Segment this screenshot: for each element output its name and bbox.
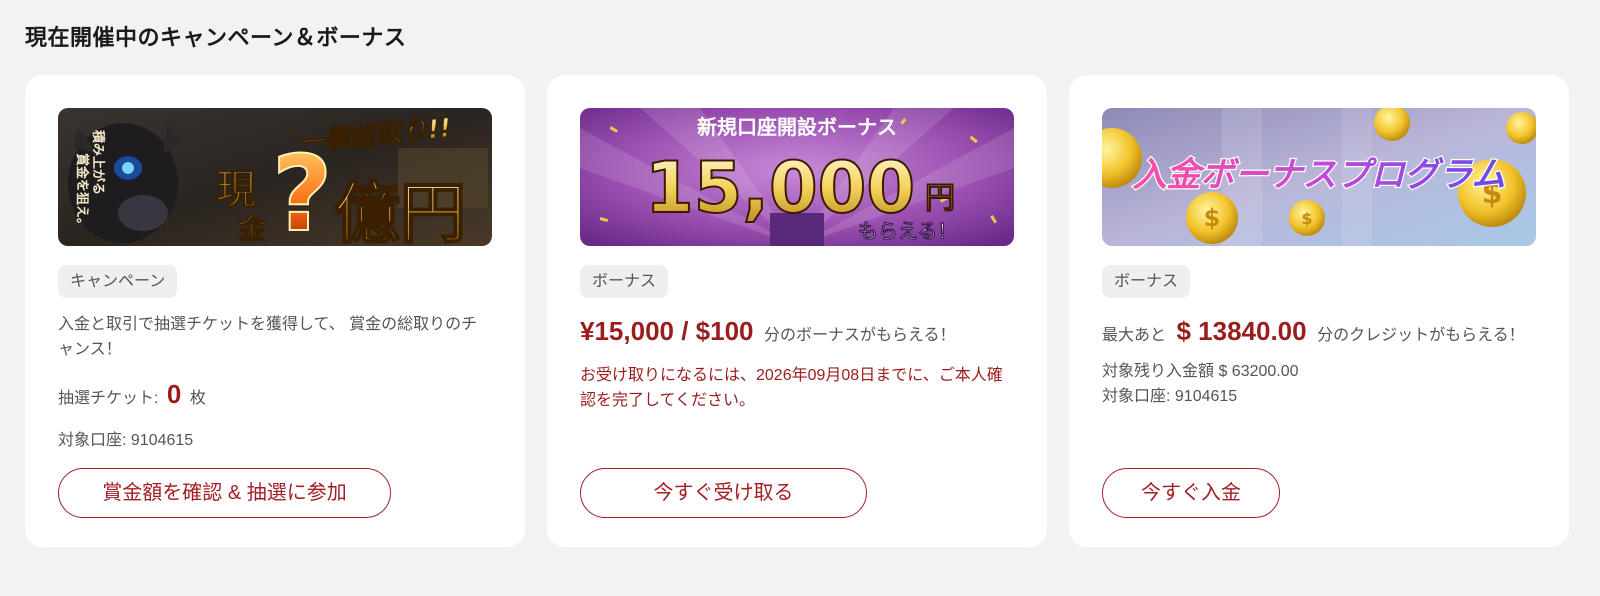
- credit-amount-row: 最大あと $ 13840.00 分のクレジットがもらえる！: [1102, 316, 1536, 351]
- deposit-bonus-banner-image[interactable]: $ $ $ 入金ボーナスプログラム: [1102, 108, 1536, 246]
- bonus-card-deposit: $ $ $ 入金ボーナスプログラム ボーナス 最大あと $ 13840.00 分…: [1069, 75, 1569, 547]
- svg-text:もらえる！: もらえる！: [858, 219, 957, 243]
- campaign-tag: キャンペーン: [58, 265, 178, 298]
- ticket-unit: 枚: [189, 390, 206, 407]
- lottery-banner-image[interactable]: 積み上がる 賞金を狙え。 現 金 ? 一撃総取り!! 億円: [58, 108, 492, 246]
- svg-text:円: 円: [925, 181, 955, 216]
- ticket-count: 0: [166, 379, 182, 409]
- svg-text:積み上がる: 積み上がる: [90, 129, 106, 195]
- target-account: 対象口座: 9104615: [1102, 388, 1238, 405]
- credit-prefix: 最大あと: [1102, 327, 1167, 344]
- target-account: 対象口座: 9104615: [58, 432, 194, 449]
- credit-amount-suffix: 分のクレジットがもらえる！: [1317, 327, 1525, 344]
- bonus-amount: ¥15,000 / $100: [580, 316, 754, 346]
- verification-notice: お受け取りになるには、2026年09月08日までに、ご本人確認を完了してください…: [580, 367, 1003, 409]
- new-account-bonus-banner-image[interactable]: 新規口座開設ボーナス 15,000 円 もらえる！: [580, 108, 1014, 246]
- ticket-count-row: 抽選チケット: 0 枚: [58, 379, 492, 410]
- svg-text:$: $: [1301, 209, 1312, 228]
- svg-text:金: 金: [237, 212, 267, 245]
- bonus-amount-suffix: 分のボーナスがもらえる！: [763, 327, 956, 344]
- svg-text:入金ボーナスプログラム: 入金ボーナスプログラム: [1133, 155, 1506, 195]
- credit-amount: $ 13840.00: [1176, 316, 1307, 346]
- bonus-card-new-account: 新規口座開設ボーナス 15,000 円 もらえる！ ボーナス ¥15,000 /…: [547, 75, 1047, 547]
- svg-text:現: 現: [216, 167, 256, 213]
- bonus-amount-row: ¥15,000 / $100 分のボーナスがもらえる！: [580, 316, 1014, 351]
- svg-text:賞金を狙え。: 賞金を狙え。: [74, 153, 90, 231]
- deposit-now-button[interactable]: 今すぐ入金: [1102, 468, 1280, 518]
- page-title: 現在開催中のキャンペーン＆ボーナス: [25, 25, 407, 50]
- remaining-deposit: 対象残り入金額 $ 63200.00: [1102, 363, 1299, 380]
- ticket-label: 抽選チケット:: [58, 390, 159, 407]
- campaign-description: 入金と取引で抽選チケットを獲得して、 賞金の総取りのチャンス！: [58, 316, 478, 358]
- bonus-tag: ボーナス: [1102, 265, 1191, 298]
- campaign-card-list: 積み上がる 賞金を狙え。 現 金 ? 一撃総取り!! 億円 キャンペーン 入金と…: [25, 75, 1569, 547]
- bonus-tag: ボーナス: [580, 265, 669, 298]
- svg-text:15,000: 15,000: [645, 147, 915, 229]
- svg-text:新規口座開設ボーナス: 新規口座開設ボーナス: [697, 115, 897, 139]
- claim-now-button[interactable]: 今すぐ受け取る: [580, 468, 867, 518]
- check-prize-and-join-lottery-button[interactable]: 賞金額を確認 & 抽選に参加: [58, 468, 391, 518]
- campaign-card-lottery: 積み上がる 賞金を狙え。 現 金 ? 一撃総取り!! 億円 キャンペーン 入金と…: [25, 75, 525, 547]
- svg-text:億円: 億円: [334, 175, 466, 246]
- svg-text:$: $: [1204, 204, 1221, 232]
